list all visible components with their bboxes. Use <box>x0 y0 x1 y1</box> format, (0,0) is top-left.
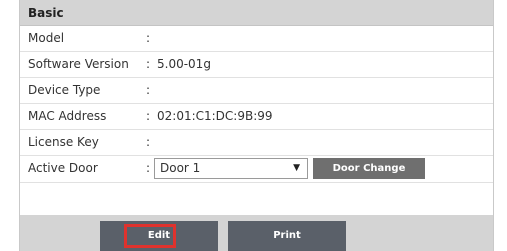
row-software-version: Software Version : 5.00-01g <box>20 52 493 78</box>
active-door-selected-value: Door 1 <box>160 161 201 175</box>
active-door-label: Active Door <box>28 161 98 175</box>
chevron-down-icon: ▼ <box>293 163 300 173</box>
model-label: Model <box>28 31 65 45</box>
mac-address-value: 02:01:C1:DC:9B:99 <box>157 109 273 123</box>
edit-button[interactable]: Edit <box>100 221 218 251</box>
license-key-label: License Key <box>28 135 99 149</box>
device-type-label: Device Type <box>28 83 101 97</box>
active-door-colon: : <box>146 161 151 175</box>
row-device-type: Device Type : <box>20 78 493 104</box>
door-change-button[interactable]: Door Change <box>313 158 425 179</box>
row-active-door: Active Door : Door 1 ▼ Door Change <box>20 156 493 183</box>
active-door-select[interactable]: Door 1 ▼ <box>154 158 308 179</box>
button-bar: Edit Print <box>20 215 493 251</box>
edit-highlight-box <box>124 224 176 248</box>
software-version-colon: : <box>146 57 151 71</box>
model-colon: : <box>146 31 151 45</box>
device-type-colon: : <box>146 83 151 97</box>
mac-address-colon: : <box>146 109 151 123</box>
license-key-colon: : <box>146 135 151 149</box>
mac-address-label: MAC Address <box>28 109 107 123</box>
row-mac-address: MAC Address : 02:01:C1:DC:9B:99 <box>20 104 493 130</box>
software-version-value: 5.00-01g <box>157 57 211 71</box>
print-button[interactable]: Print <box>228 221 346 251</box>
row-license-key: License Key : <box>20 130 493 156</box>
section-header: Basic <box>20 0 493 26</box>
software-version-label: Software Version <box>28 57 129 71</box>
row-model: Model : <box>20 26 493 52</box>
device-info-panel: Basic Model : Software Version : 5.00-01… <box>19 0 494 251</box>
